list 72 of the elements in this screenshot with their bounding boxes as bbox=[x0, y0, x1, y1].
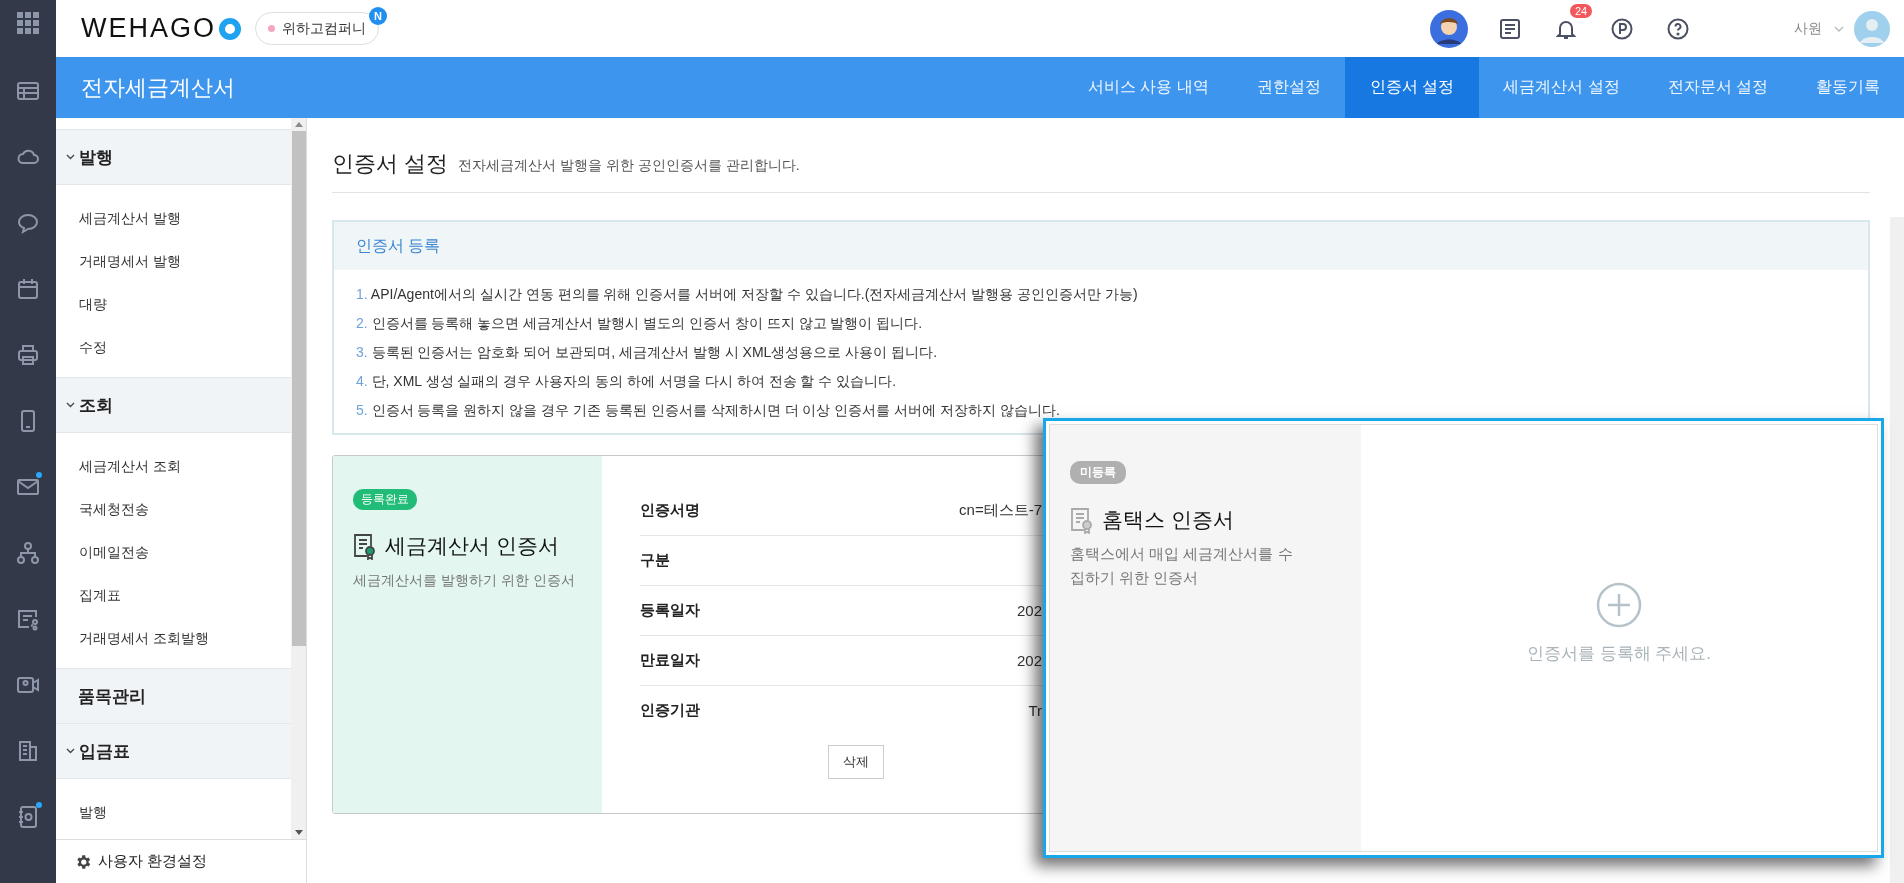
card-description: 홈택스에서 매입 세금계산서를 수집하기 위한 인증서 bbox=[1070, 544, 1294, 588]
field-value: cn=테스트-7 bbox=[959, 501, 1042, 520]
status-badge: 미등록 bbox=[1070, 461, 1126, 484]
caret-icon bbox=[1834, 25, 1844, 32]
menu-item[interactable]: 수정 bbox=[56, 326, 107, 369]
menu-item[interactable]: 국세청전송 bbox=[56, 488, 149, 531]
printer-icon[interactable] bbox=[16, 343, 40, 367]
menu-group-header[interactable]: 조회 bbox=[56, 378, 291, 433]
scroll-down-icon[interactable] bbox=[294, 830, 303, 835]
logo[interactable]: WEHAGO bbox=[81, 13, 216, 44]
grid-icon[interactable] bbox=[16, 11, 40, 35]
help-icon[interactable] bbox=[1666, 16, 1690, 41]
cartoon-avatar-icon[interactable] bbox=[1430, 9, 1468, 48]
chat-icon[interactable] bbox=[16, 211, 40, 235]
org-chart-icon[interactable] bbox=[16, 541, 40, 565]
certificate-icon bbox=[353, 532, 377, 560]
menu-item[interactable]: 거래명세서 조회발행 bbox=[56, 617, 209, 660]
card-description: 세금계산서를 발행하기 위한 인증서 bbox=[353, 571, 576, 590]
card-title: 세금계산서 인증서 bbox=[385, 533, 559, 559]
menu-item[interactable]: 거래명세서 발행 bbox=[56, 240, 181, 283]
nav-tab[interactable]: 인증서 설정 bbox=[1344, 57, 1480, 118]
menu-group-header[interactable]: 입금표 bbox=[56, 724, 291, 779]
building-icon[interactable] bbox=[16, 739, 40, 763]
document-share-icon[interactable] bbox=[16, 607, 40, 631]
menu-group-label: 입금표 bbox=[79, 740, 130, 763]
page-title: 인증서 설정 bbox=[332, 150, 449, 178]
certificate-icon bbox=[1070, 506, 1094, 534]
scrollbar[interactable] bbox=[291, 118, 306, 839]
field-value: 202 bbox=[1016, 602, 1042, 619]
point-icon[interactable] bbox=[1610, 16, 1634, 41]
field-value: 202 bbox=[1016, 652, 1042, 669]
app-title: 전자세금계산서 bbox=[80, 73, 235, 102]
chevron-icon bbox=[66, 402, 75, 408]
field-label: 인증기관 bbox=[640, 701, 700, 720]
notification-count: 24 bbox=[1570, 3, 1593, 18]
menu-group-header[interactable]: 품목관리 bbox=[56, 669, 291, 724]
ring-logo-icon bbox=[219, 17, 241, 40]
menu-group-label: 발행 bbox=[79, 146, 113, 169]
info-line: 2. 인증서를 등록해 놓으면 세금계산서 발행시 별도의 인증서 창이 뜨지 않고 발행이 됩니다. bbox=[356, 314, 924, 333]
chevron-icon bbox=[66, 154, 75, 160]
field-label: 인증서명 bbox=[640, 501, 700, 520]
chevron-icon bbox=[66, 748, 75, 754]
register-prompt: 인증서를 등록해 주세요. bbox=[1526, 642, 1712, 665]
page-subtitle: 전자세금계산서 발행을 위한 공인인증서를 관리합니다. bbox=[458, 156, 800, 175]
info-line: 5. 인증서 등록을 원하지 않을 경우 기존 등록된 인증서를 삭제하시면 더 이상 인증서를 서버에 저장하지 않습니다. bbox=[356, 401, 1061, 420]
table-icon[interactable] bbox=[16, 79, 40, 103]
panel-title: 인증서 등록 bbox=[356, 235, 441, 256]
menu-group-label: 품목관리 bbox=[77, 685, 146, 708]
scroll-up-icon[interactable] bbox=[294, 122, 303, 127]
info-line: 4. 단, XML 생성 실패의 경우 사용자의 동의 하에 서명을 다시 하여 전송 할 수 있습니다. bbox=[356, 372, 898, 391]
new-badge: N bbox=[369, 6, 387, 25]
status-badge: 등록완료 bbox=[353, 489, 417, 510]
user-role-menu[interactable]: 사원 bbox=[1794, 19, 1822, 38]
field-value: Tr bbox=[1028, 702, 1042, 719]
menu-item[interactable]: 이메일전송 bbox=[56, 531, 149, 574]
info-line: 1. API/Agent에서의 실시간 연동 편의를 위해 인증서를 서버에 저장할 수 있습니다.(전자세금계산서 발행용 공인인증서만 가능) bbox=[356, 285, 1139, 304]
menu-item[interactable]: 세금계산서 발행 bbox=[56, 197, 181, 240]
info-line: 3. 등록된 인증서는 암호화 되어 보관되며, 세금계산서 발행 시 XML생성용으로 사용이 됩니다. bbox=[356, 343, 939, 362]
menu-item[interactable]: 발행 bbox=[56, 791, 107, 834]
menu-group-header[interactable]: 발행 bbox=[56, 130, 291, 185]
field-label: 만료일자 bbox=[640, 651, 700, 670]
card-title: 홈택스 인증서 bbox=[1102, 507, 1234, 533]
field-label: 등록일자 bbox=[640, 601, 700, 620]
menu-group-label: 조회 bbox=[79, 394, 113, 417]
menu-item[interactable]: 세금계산서 조회 bbox=[56, 445, 181, 488]
contact-book-icon[interactable] bbox=[16, 805, 40, 829]
delete-button[interactable]: 삭제 bbox=[828, 745, 884, 779]
field-label: 구분 bbox=[640, 551, 670, 570]
menu-item[interactable]: 대량 bbox=[56, 283, 107, 326]
memo-icon[interactable] bbox=[1498, 16, 1522, 41]
calendar-icon[interactable] bbox=[16, 277, 40, 301]
menu-item[interactable]: 집계표 bbox=[56, 574, 121, 617]
